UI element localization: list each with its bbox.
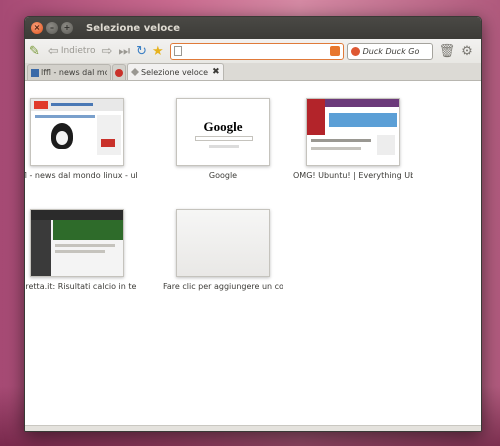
speed-dial-caption: OMG! Ubuntu! | Everything Ubuntu...	[293, 171, 413, 180]
gear-icon: ⚙	[461, 43, 473, 59]
thumb-line	[55, 250, 105, 253]
thumb-line	[311, 147, 361, 150]
speed-dial-caption: lffl - news dal mondo linux - ubuntu	[24, 171, 137, 180]
thumb-sidebar	[377, 135, 395, 155]
thumb-sidebar	[31, 220, 51, 276]
speed-dial-caption: Google	[208, 171, 238, 180]
lffl-favicon-icon	[31, 68, 39, 77]
tab-selezione-veloce[interactable]: Selezione veloce ✖	[127, 63, 224, 80]
fast-forward-icon: ⏭	[118, 43, 131, 59]
trash-icon: 🗑	[438, 43, 456, 59]
go-icon[interactable]	[329, 46, 340, 56]
omg-logo	[307, 99, 325, 135]
tab-bar: lffl - news dal mo... Selezione veloce ✖	[25, 63, 481, 81]
status-bar	[25, 425, 481, 431]
search-engine-label: Duck Duck Go	[362, 46, 420, 56]
fast-forward-button[interactable]: ⏭	[118, 45, 130, 58]
thumb-banner	[51, 103, 93, 106]
star-icon: ★	[151, 43, 164, 59]
thumb-banner	[329, 113, 397, 127]
search-field[interactable]: Duck Duck Go	[346, 42, 433, 60]
speed-dial-thumbnail[interactable]: Google	[176, 98, 270, 166]
speed-dial-caption: Fare clic per aggiungere un colleg...	[163, 282, 283, 291]
speed-dial-thumbnail[interactable]	[30, 209, 124, 277]
back-button[interactable]: ⇦ Indietro	[48, 45, 96, 58]
speed-dial-item[interactable]: Google Google	[163, 98, 283, 180]
speed-dial-item[interactable]: OMG! Ubuntu! | Everything Ubuntu...	[293, 98, 413, 180]
close-window-button[interactable]: ×	[31, 22, 43, 34]
tab-label: Selezione veloce	[141, 67, 209, 77]
maximize-window-button[interactable]: +	[61, 22, 73, 34]
speed-dial-thumbnail[interactable]	[306, 98, 400, 166]
forward-button[interactable]: ⇨	[101, 45, 112, 58]
thumb-line	[311, 139, 371, 142]
thumb-line	[35, 115, 95, 118]
new-tab-button[interactable]: ✎	[29, 45, 40, 58]
close-tab-icon[interactable]: ✖	[212, 67, 220, 77]
google-search-box	[195, 136, 253, 141]
tab-close-lffl[interactable]	[112, 64, 126, 80]
back-arrow-icon: ⇦	[47, 43, 59, 59]
forward-arrow-icon: ⇨	[101, 43, 113, 59]
speed-dial-add-item[interactable]: Fare clic per aggiungere un colleg...	[163, 209, 283, 291]
back-label: Indietro	[60, 46, 96, 56]
reload-icon: ↻	[136, 43, 147, 59]
address-bar[interactable]	[169, 42, 344, 60]
compose-icon: ✎	[29, 43, 40, 59]
duckduckgo-icon	[350, 46, 360, 56]
thumb-line	[55, 244, 115, 247]
minimize-window-button[interactable]: –	[46, 22, 58, 34]
penguin-belly	[56, 131, 68, 145]
speed-dial-caption: Diretta.it: Risultati calcio in tempo...	[25, 282, 137, 291]
speed-dial-thumbnail[interactable]	[30, 98, 124, 166]
bookmark-button[interactable]: ★	[152, 45, 164, 58]
toolbar: ✎ ⇦ Indietro ⇨ ⏭ ↻ ★ Duck Duck Go 🗑 ⚙	[25, 39, 481, 63]
page-icon	[173, 46, 182, 56]
stop-icon	[115, 68, 123, 77]
thumb-header	[31, 210, 123, 220]
google-buttons	[209, 145, 239, 148]
window-title: Selezione veloce	[86, 22, 181, 34]
speed-dial-item[interactable]: Diretta.it: Risultati calcio in tempo...	[25, 209, 137, 291]
trash-button[interactable]: 🗑	[439, 45, 456, 58]
thumb-sidebar	[97, 115, 121, 155]
browser-window: × – + Selezione veloce ✎ ⇦ Indietro ⇨ ⏭ …	[24, 16, 482, 432]
tab-lffl[interactable]: lffl - news dal mo...	[27, 64, 111, 80]
google-logo: Google	[203, 119, 243, 134]
reload-button[interactable]: ↻	[136, 45, 147, 58]
title-bar: × – + Selezione veloce	[25, 17, 481, 39]
speed-dial-icon	[131, 68, 139, 76]
speed-dial-page: lffl - news dal mondo linux - ubuntu Goo…	[25, 81, 481, 425]
settings-button[interactable]: ⚙	[461, 45, 473, 58]
lffl-logo	[34, 101, 48, 109]
tab-label: lffl - news dal mo...	[41, 68, 107, 77]
speed-dial-item[interactable]: lffl - news dal mondo linux - ubuntu	[24, 98, 137, 180]
speed-dial-empty-thumbnail[interactable]	[176, 209, 270, 277]
thumb-banner	[53, 220, 123, 240]
thumb-badge	[101, 139, 115, 147]
